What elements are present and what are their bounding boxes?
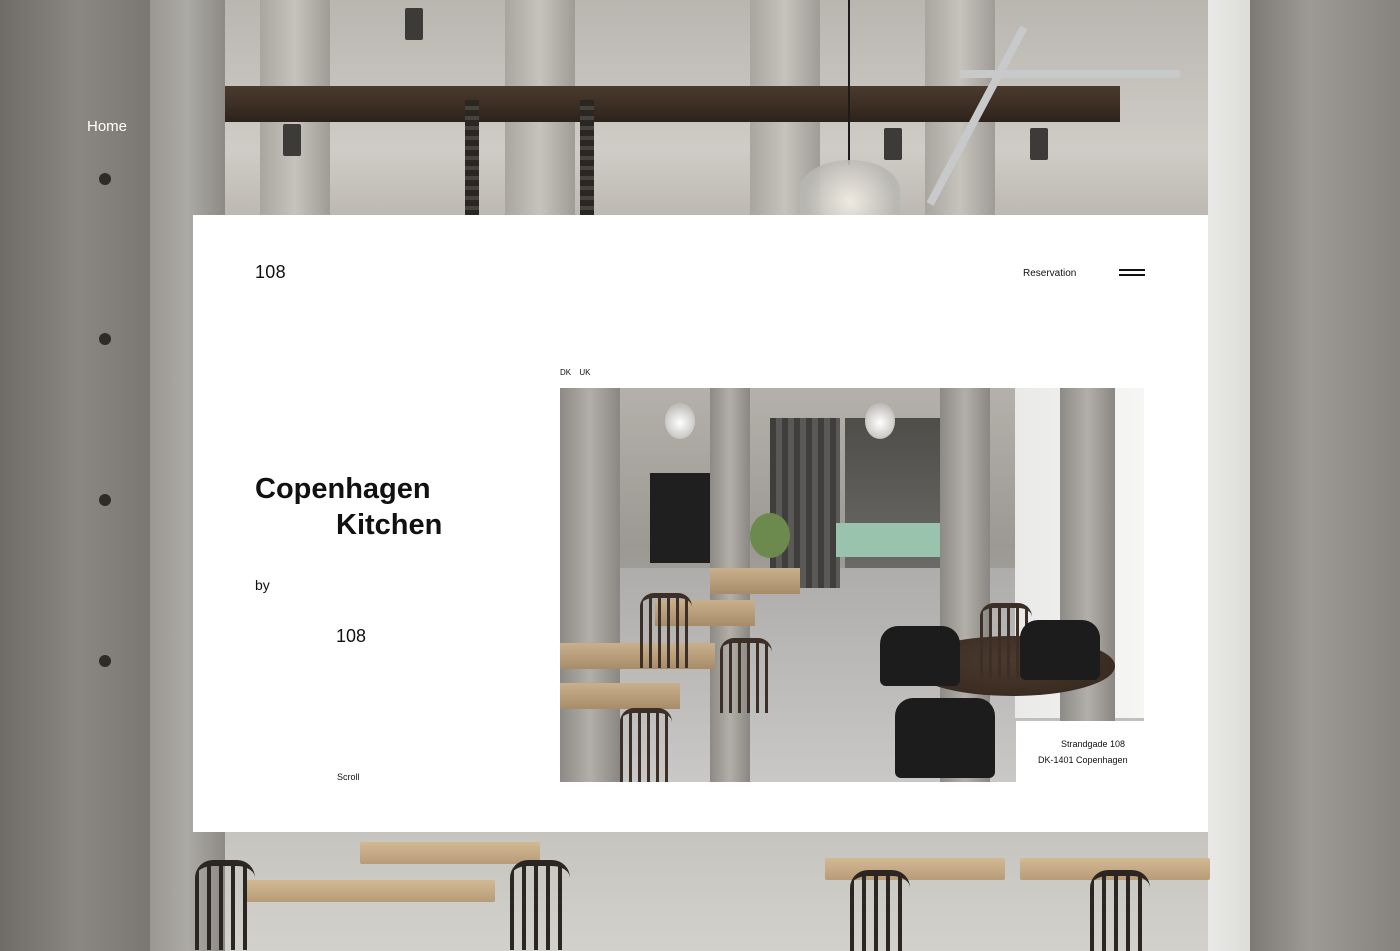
table (360, 842, 540, 864)
menu-line (1119, 274, 1145, 276)
photo-pendant-lamp (665, 403, 695, 439)
photo-dark-panel (650, 473, 710, 563)
spotlight (283, 124, 301, 156)
photo-chair (620, 708, 672, 782)
chair (850, 870, 910, 951)
photo-table (710, 568, 800, 594)
photo-column (560, 388, 620, 782)
chair (195, 860, 255, 950)
hamburger-menu-icon[interactable] (1119, 269, 1145, 279)
address-street: Strandgade 108 (1061, 739, 1126, 749)
pendant-lamp (800, 160, 900, 220)
photo-bar-counter (836, 523, 940, 557)
language-switcher: DK UK (560, 368, 596, 377)
hoist-chain (465, 100, 479, 215)
reservation-link[interactable]: Reservation (1023, 268, 1076, 279)
chair (1090, 870, 1150, 951)
scroll-link[interactable]: Scroll (337, 772, 360, 782)
table (825, 858, 1005, 880)
wall-bolt (99, 173, 111, 185)
spotlight (1030, 128, 1048, 160)
hero-brand: 108 (336, 626, 367, 646)
lamp-cord (848, 0, 850, 165)
photo-leather-chair (1020, 620, 1100, 680)
concrete-column (1250, 0, 1400, 951)
hero-by-label: by (255, 577, 270, 593)
photo-leather-chair (895, 698, 995, 778)
hero-title-line1: Copenhagen (255, 473, 431, 505)
language-uk[interactable]: UK (579, 368, 590, 377)
wall-bolt (99, 655, 111, 667)
wall-bolt (99, 494, 111, 506)
photo-pendant-lamp (865, 403, 895, 439)
menu-line (1119, 269, 1145, 271)
hoist-chain (580, 100, 594, 215)
spotlight (405, 8, 423, 40)
chair (510, 860, 570, 950)
photo-plant (750, 513, 790, 558)
wall-bolt (99, 333, 111, 345)
photo-chair (720, 638, 772, 713)
photo-table (560, 683, 680, 709)
hero-card: 108 Reservation Copenhagen Kitchen by 10… (193, 215, 1208, 832)
photo-chair (640, 593, 692, 668)
photo-leather-chair (880, 626, 960, 686)
spotlight (884, 128, 902, 160)
hero-title-line2: Kitchen (336, 509, 443, 541)
address-city: DK-1401 Copenhagen (1038, 755, 1128, 765)
table (245, 880, 495, 902)
language-dk[interactable]: DK (560, 368, 571, 377)
nav-home-link[interactable]: Home (87, 118, 127, 135)
address-box: Strandgade 108 DK-1401 Copenhagen (1016, 721, 1208, 796)
window-light (1208, 0, 1250, 951)
site-logo[interactable]: 108 (255, 262, 286, 283)
photo-curtain (770, 418, 840, 588)
